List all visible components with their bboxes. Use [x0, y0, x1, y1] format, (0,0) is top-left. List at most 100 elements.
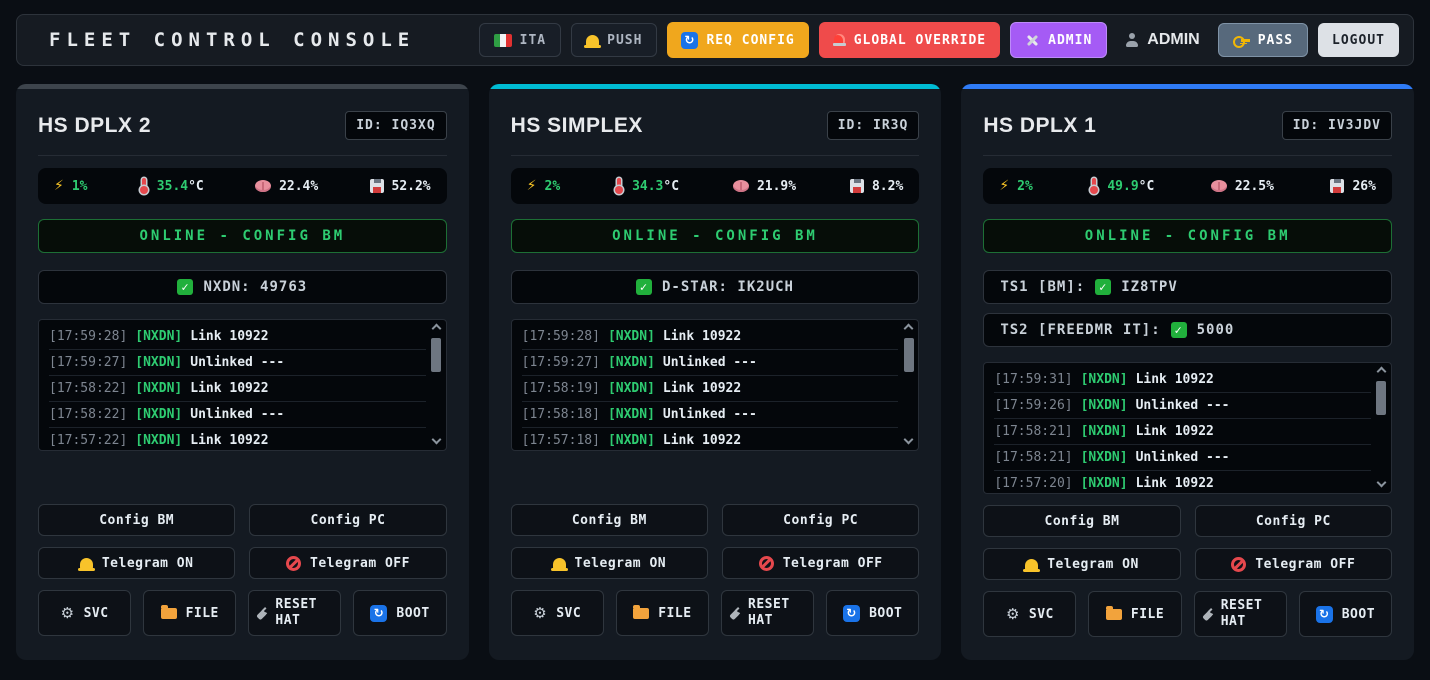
- card-actions: Config BM Config PC Telegram ON Telegram…: [983, 494, 1392, 637]
- req-config-button[interactable]: ↻ REQ CONFIG: [667, 22, 808, 58]
- boot-button[interactable]: ↻ BOOT: [826, 590, 919, 636]
- admin-tools-button[interactable]: ADMIN: [1010, 22, 1107, 58]
- mode-row: TS1 [BM]:✓IZ8TPV: [983, 270, 1392, 304]
- cards-grid: HS DPLX 2 ID: IQ3XQ ⚡ 1% 35.4°C 22.4%: [16, 84, 1414, 660]
- config-bm-button[interactable]: Config BM: [38, 504, 235, 536]
- scroll-down-icon[interactable]: [904, 435, 914, 445]
- log-tag: [NXDN]: [1081, 450, 1128, 465]
- brain-icon: [733, 180, 749, 192]
- pass-button[interactable]: PASS: [1218, 23, 1308, 57]
- mode-value: 5000: [1197, 322, 1235, 338]
- telegram-off-button[interactable]: Telegram OFF: [1195, 548, 1392, 580]
- scroll-thumb[interactable]: [904, 338, 914, 372]
- language-label: ITA: [520, 33, 546, 48]
- temperature-unit: °C: [188, 179, 204, 194]
- config-bm-button[interactable]: Config BM: [511, 504, 708, 536]
- log-rows: [17:59:28][NXDN]Link 10922[17:59:27][NXD…: [522, 324, 899, 451]
- log-msg: Unlinked ---: [190, 355, 284, 370]
- key-icon: [1233, 35, 1250, 46]
- admin-tools-label: ADMIN: [1048, 33, 1092, 48]
- log-msg: Link 10922: [1136, 424, 1214, 439]
- bell-icon: [1025, 559, 1038, 570]
- ram-stat: 22.5%: [1211, 179, 1274, 194]
- card-actions: Config BM Config PC Telegram ON Telegram…: [38, 493, 447, 636]
- scroll-thumb[interactable]: [431, 338, 441, 372]
- req-config-label: REQ CONFIG: [706, 33, 794, 48]
- log-scrollbar[interactable]: [902, 323, 915, 447]
- prohibited-icon: [1231, 557, 1246, 572]
- logout-button[interactable]: LOGOUT: [1318, 23, 1399, 57]
- thermometer-icon: [1089, 178, 1099, 194]
- scroll-up-icon[interactable]: [1377, 367, 1387, 377]
- check-icon: ✓: [636, 279, 652, 295]
- push-button[interactable]: PUSH: [571, 23, 657, 57]
- log-msg: Link 10922: [1136, 372, 1214, 387]
- log-msg: Unlinked ---: [190, 407, 284, 422]
- log-row: [17:57:20][NXDN]Link 10922: [994, 471, 1371, 494]
- log-msg: Unlinked ---: [1136, 398, 1230, 413]
- telegram-on-button[interactable]: Telegram ON: [983, 548, 1180, 580]
- log-msg: Unlinked ---: [663, 407, 757, 422]
- log-panel: [17:59:28][NXDN]Link 10922[17:59:27][NXD…: [38, 319, 447, 451]
- scroll-down-icon[interactable]: [431, 435, 441, 445]
- global-override-button[interactable]: GLOBAL OVERRIDE: [819, 22, 1000, 58]
- header-actions: ITA PUSH ↻ REQ CONFIG GLOBAL OVERRIDE AD…: [479, 22, 1399, 58]
- reset-hat-button[interactable]: RESET HAT: [248, 590, 341, 636]
- boot-button[interactable]: ↻ BOOT: [353, 590, 446, 636]
- reset-hat-button[interactable]: RESET HAT: [1194, 591, 1287, 637]
- stats-bar: ⚡ 1% 35.4°C 22.4% 52.2%: [38, 168, 447, 204]
- scroll-up-icon[interactable]: [904, 324, 914, 334]
- telegram-on-button[interactable]: Telegram ON: [38, 547, 235, 579]
- log-scrollbar[interactable]: [1375, 366, 1388, 490]
- log-msg: Unlinked ---: [1136, 450, 1230, 465]
- app-header: FLEET CONTROL CONSOLE ITA PUSH ↻ REQ CON…: [16, 14, 1414, 66]
- telegram-off-button[interactable]: Telegram OFF: [249, 547, 446, 579]
- log-row: [17:58:19][NXDN]Link 10922: [522, 376, 899, 402]
- log-panel: [17:59:28][NXDN]Link 10922[17:59:27][NXD…: [511, 319, 920, 451]
- log-time: [17:59:28]: [522, 329, 600, 344]
- ram-stat: 21.9%: [733, 179, 796, 194]
- ram-value: 21.9%: [757, 179, 796, 194]
- bell-icon: [553, 558, 566, 569]
- svc-button[interactable]: ⚙ SVC: [38, 590, 131, 636]
- log-scrollbar[interactable]: [430, 323, 443, 447]
- folder-icon: [1106, 609, 1122, 620]
- device-id-badge: ID: IR3Q: [827, 111, 920, 140]
- telegram-off-button[interactable]: Telegram OFF: [722, 547, 919, 579]
- language-button[interactable]: ITA: [479, 23, 561, 57]
- user-label: ADMIN: [1147, 31, 1199, 49]
- file-button[interactable]: FILE: [1088, 591, 1181, 637]
- config-pc-button[interactable]: Config PC: [1195, 505, 1392, 537]
- log-msg: Link 10922: [663, 433, 741, 448]
- plug-icon: [728, 606, 739, 620]
- scroll-down-icon[interactable]: [1377, 478, 1387, 488]
- scroll-thumb[interactable]: [1376, 381, 1386, 415]
- mode-row: TS2 [FREEDMR IT]:✓5000: [983, 313, 1392, 347]
- stats-bar: ⚡ 2% 49.9°C 22.5% 26%: [983, 168, 1392, 204]
- status-banner: ONLINE - CONFIG BM: [983, 219, 1392, 253]
- svc-button[interactable]: ⚙ SVC: [983, 591, 1076, 637]
- file-button[interactable]: FILE: [143, 590, 236, 636]
- telegram-on-button[interactable]: Telegram ON: [511, 547, 708, 579]
- log-row: [17:59:31][NXDN]Link 10922: [994, 367, 1371, 393]
- temperature-unit: °C: [1139, 179, 1155, 194]
- reset-hat-button[interactable]: RESET HAT: [721, 590, 814, 636]
- config-pc-button[interactable]: Config PC: [722, 504, 919, 536]
- log-tag: [NXDN]: [1081, 424, 1128, 439]
- tools-icon: [1025, 33, 1040, 47]
- config-bm-button[interactable]: Config BM: [983, 505, 1180, 537]
- log-tag: [NXDN]: [135, 433, 182, 448]
- temperature-unit: °C: [663, 179, 679, 194]
- log-msg: Link 10922: [663, 329, 741, 344]
- log-panel: [17:59:31][NXDN]Link 10922[17:59:26][NXD…: [983, 362, 1392, 494]
- config-pc-button[interactable]: Config PC: [249, 504, 446, 536]
- boot-button[interactable]: ↻ BOOT: [1299, 591, 1392, 637]
- log-tag: [NXDN]: [135, 329, 182, 344]
- log-time: [17:57:20]: [994, 476, 1072, 491]
- log-time: [17:59:31]: [994, 372, 1072, 387]
- file-button[interactable]: FILE: [616, 590, 709, 636]
- logout-label: LOGOUT: [1332, 33, 1385, 48]
- log-msg: Link 10922: [190, 433, 268, 448]
- svc-button[interactable]: ⚙ SVC: [511, 590, 604, 636]
- scroll-up-icon[interactable]: [431, 324, 441, 334]
